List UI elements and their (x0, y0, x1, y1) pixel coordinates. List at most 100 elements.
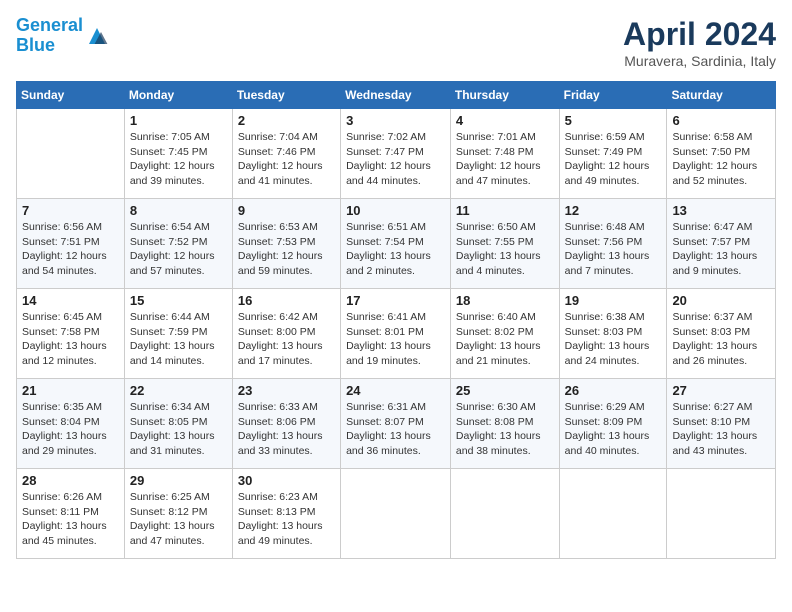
calendar-cell: 22Sunrise: 6:34 AMSunset: 8:05 PMDayligh… (124, 379, 232, 469)
day-number: 1 (130, 113, 227, 128)
logo-text: General Blue (16, 16, 83, 56)
day-info: Sunrise: 6:42 AMSunset: 8:00 PMDaylight:… (238, 310, 335, 369)
day-info: Sunrise: 6:41 AMSunset: 8:01 PMDaylight:… (346, 310, 445, 369)
calendar-cell (559, 469, 667, 559)
calendar-cell: 13Sunrise: 6:47 AMSunset: 7:57 PMDayligh… (667, 199, 776, 289)
calendar-cell: 28Sunrise: 6:26 AMSunset: 8:11 PMDayligh… (17, 469, 125, 559)
calendar-cell: 2 Sunrise: 7:04 AMSunset: 7:46 PMDaylight… (232, 109, 340, 199)
calendar-cell: 7Sunrise: 6:56 AMSunset: 7:51 PMDaylight… (17, 199, 125, 289)
day-info: Sunrise: 6:59 AMSunset: 7:49 PMDaylight:… (565, 130, 662, 189)
day-info: Sunrise: 6:38 AMSunset: 8:03 PMDaylight:… (565, 310, 662, 369)
calendar-cell: 8 Sunrise: 6:54 AMSunset: 7:52 PMDaylight… (124, 199, 232, 289)
day-info: Sunrise: 6:51 AMSunset: 7:54 PMDaylight:… (346, 220, 445, 279)
day-info: Sunrise: 6:50 AMSunset: 7:55 PMDaylight:… (456, 220, 554, 279)
day-info: Sunrise: 6:44 AMSunset: 7:59 PMDaylight:… (130, 310, 227, 369)
day-number: 12 (565, 203, 662, 218)
day-info: Sunrise: 7:01 AMSunset: 7:48 PMDaylight:… (456, 130, 554, 189)
calendar-cell: 15 Sunrise: 6:44 AMSunset: 7:59 PMDayligh… (124, 289, 232, 379)
calendar-cell (17, 109, 125, 199)
day-number: 14 (22, 293, 119, 308)
calendar-week-row: 21Sunrise: 6:35 AMSunset: 8:04 PMDayligh… (17, 379, 776, 469)
calendar-cell: 9Sunrise: 6:53 AMSunset: 7:53 PMDaylight… (232, 199, 340, 289)
day-number: 17 (346, 293, 445, 308)
calendar-cell: 26 Sunrise: 6:29 AMSunset: 8:09 PMDayligh… (559, 379, 667, 469)
col-header-thursday: Thursday (450, 82, 559, 109)
day-info: Sunrise: 6:34 AMSunset: 8:05 PMDaylight:… (130, 400, 227, 459)
day-number: 6 (672, 113, 770, 128)
calendar-cell: 20 Sunrise: 6:37 AMSunset: 8:03 PMDayligh… (667, 289, 776, 379)
day-number: 15 (130, 293, 227, 308)
day-number: 16 (238, 293, 335, 308)
day-info: Sunrise: 6:47 AMSunset: 7:57 PMDaylight:… (672, 220, 770, 279)
day-info: Sunrise: 6:58 AMSunset: 7:50 PMDaylight:… (672, 130, 770, 189)
day-info: Sunrise: 6:29 AMSunset: 8:09 PMDaylight:… (565, 400, 662, 459)
day-number: 26 (565, 383, 662, 398)
day-number: 3 (346, 113, 445, 128)
day-number: 8 (130, 203, 227, 218)
calendar-cell: 30Sunrise: 6:23 AMSunset: 8:13 PMDayligh… (232, 469, 340, 559)
day-number: 10 (346, 203, 445, 218)
calendar-cell: 24 Sunrise: 6:31 AMSunset: 8:07 PMDayligh… (341, 379, 451, 469)
calendar-cell: 29Sunrise: 6:25 AMSunset: 8:12 PMDayligh… (124, 469, 232, 559)
calendar-cell: 17 Sunrise: 6:41 AMSunset: 8:01 PMDayligh… (341, 289, 451, 379)
day-number: 25 (456, 383, 554, 398)
logo-line2: Blue (16, 35, 55, 55)
day-number: 30 (238, 473, 335, 488)
day-info: Sunrise: 7:04 AMSunset: 7:46 PMDaylight:… (238, 130, 335, 189)
calendar-cell: 1 Sunrise: 7:05 AMSunset: 7:45 PMDaylight… (124, 109, 232, 199)
day-info: Sunrise: 6:33 AMSunset: 8:06 PMDaylight:… (238, 400, 335, 459)
calendar-cell: 21Sunrise: 6:35 AMSunset: 8:04 PMDayligh… (17, 379, 125, 469)
calendar-cell (450, 469, 559, 559)
calendar-cell: 4 Sunrise: 7:01 AMSunset: 7:48 PMDaylight… (450, 109, 559, 199)
calendar-cell (667, 469, 776, 559)
day-number: 29 (130, 473, 227, 488)
col-header-monday: Monday (124, 82, 232, 109)
title-area: April 2024 Muravera, Sardinia, Italy (623, 16, 776, 69)
day-info: Sunrise: 6:48 AMSunset: 7:56 PMDaylight:… (565, 220, 662, 279)
day-info: Sunrise: 6:45 AMSunset: 7:58 PMDaylight:… (22, 310, 119, 369)
day-info: Sunrise: 6:56 AMSunset: 7:51 PMDaylight:… (22, 220, 119, 279)
calendar-cell: 5Sunrise: 6:59 AMSunset: 7:49 PMDaylight… (559, 109, 667, 199)
calendar-cell: 11 Sunrise: 6:50 AMSunset: 7:55 PMDayligh… (450, 199, 559, 289)
day-number: 20 (672, 293, 770, 308)
day-info: Sunrise: 6:54 AMSunset: 7:52 PMDaylight:… (130, 220, 227, 279)
calendar-cell: 12 Sunrise: 6:48 AMSunset: 7:56 PMDayligh… (559, 199, 667, 289)
calendar-cell: 6 Sunrise: 6:58 AMSunset: 7:50 PMDaylight… (667, 109, 776, 199)
day-number: 11 (456, 203, 554, 218)
day-number: 28 (22, 473, 119, 488)
col-header-saturday: Saturday (667, 82, 776, 109)
calendar-cell: 10 Sunrise: 6:51 AMSunset: 7:54 PMDayligh… (341, 199, 451, 289)
calendar-cell: 16 Sunrise: 6:42 AMSunset: 8:00 PMDayligh… (232, 289, 340, 379)
col-header-tuesday: Tuesday (232, 82, 340, 109)
calendar-week-row: 28Sunrise: 6:26 AMSunset: 8:11 PMDayligh… (17, 469, 776, 559)
day-info: Sunrise: 7:05 AMSunset: 7:45 PMDaylight:… (130, 130, 227, 189)
day-number: 24 (346, 383, 445, 398)
calendar-cell: 19 Sunrise: 6:38 AMSunset: 8:03 PMDayligh… (559, 289, 667, 379)
calendar-header-row: SundayMondayTuesdayWednesdayThursdayFrid… (17, 82, 776, 109)
calendar-cell: 3 Sunrise: 7:02 AMSunset: 7:47 PMDaylight… (341, 109, 451, 199)
calendar-cell: 23Sunrise: 6:33 AMSunset: 8:06 PMDayligh… (232, 379, 340, 469)
day-number: 18 (456, 293, 554, 308)
calendar-cell: 25 Sunrise: 6:30 AMSunset: 8:08 PMDayligh… (450, 379, 559, 469)
day-number: 2 (238, 113, 335, 128)
logo: General Blue (16, 16, 109, 56)
col-header-sunday: Sunday (17, 82, 125, 109)
calendar-cell: 14 Sunrise: 6:45 AMSunset: 7:58 PMDayligh… (17, 289, 125, 379)
day-number: 9 (238, 203, 335, 218)
day-info: Sunrise: 6:30 AMSunset: 8:08 PMDaylight:… (456, 400, 554, 459)
day-number: 21 (22, 383, 119, 398)
calendar-cell: 18 Sunrise: 6:40 AMSunset: 8:02 PMDayligh… (450, 289, 559, 379)
logo-icon (85, 24, 109, 48)
day-info: Sunrise: 6:40 AMSunset: 8:02 PMDaylight:… (456, 310, 554, 369)
day-number: 4 (456, 113, 554, 128)
day-number: 19 (565, 293, 662, 308)
day-info: Sunrise: 6:37 AMSunset: 8:03 PMDaylight:… (672, 310, 770, 369)
day-info: Sunrise: 6:31 AMSunset: 8:07 PMDaylight:… (346, 400, 445, 459)
month-title: April 2024 (623, 16, 776, 53)
calendar-week-row: 1 Sunrise: 7:05 AMSunset: 7:45 PMDaylight… (17, 109, 776, 199)
calendar-week-row: 7Sunrise: 6:56 AMSunset: 7:51 PMDaylight… (17, 199, 776, 289)
calendar-week-row: 14 Sunrise: 6:45 AMSunset: 7:58 PMDayligh… (17, 289, 776, 379)
day-number: 27 (672, 383, 770, 398)
location: Muravera, Sardinia, Italy (623, 53, 776, 69)
day-info: Sunrise: 7:02 AMSunset: 7:47 PMDaylight:… (346, 130, 445, 189)
